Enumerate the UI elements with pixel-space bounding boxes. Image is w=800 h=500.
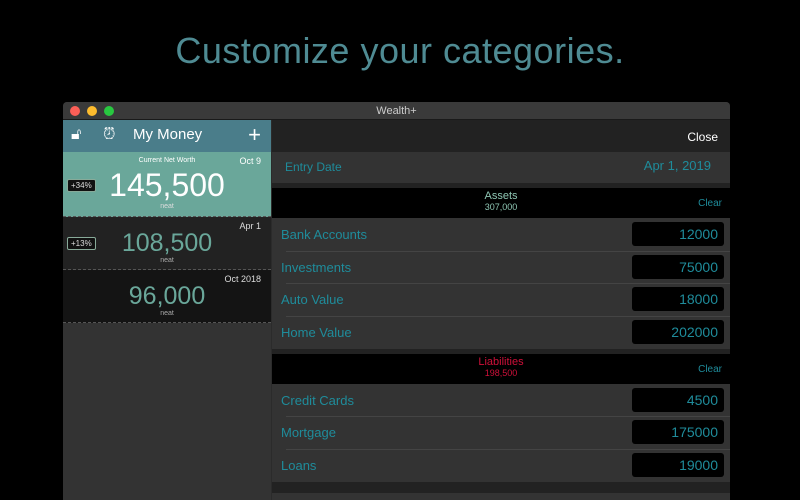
liabilities-header: Liabilities 198,500 Clear: [272, 353, 730, 384]
entry-date-label: Entry Date: [285, 160, 342, 174]
sidebar-title: My Money: [133, 126, 203, 143]
entry-value: 96,000: [128, 282, 206, 310]
entry-date: Oct 9: [239, 156, 261, 166]
assets-total: 307,000: [484, 202, 518, 212]
lock-icon[interactable]: 🔓︎: [71, 126, 81, 144]
liabilities-title: Liabilities: [478, 355, 524, 368]
headline: Customize your categories.: [175, 30, 625, 71]
liability-row: Mortgage 175000: [272, 416, 730, 450]
sidebar-header: 🔓︎ ⏰︎ My Money +: [63, 120, 271, 152]
liabilities-total: 198,500: [484, 367, 518, 378]
amount-input[interactable]: 12000: [632, 222, 724, 246]
list-item[interactable]: Current Net Worth Oct 9 +34% 145,500 nea…: [63, 152, 271, 217]
entry-sub: neat: [160, 310, 174, 317]
row-label: Home Value: [281, 325, 352, 341]
amount-input[interactable]: 18000: [632, 287, 724, 312]
amount-input[interactable]: 4500: [632, 387, 724, 412]
entry-sub: neat: [160, 257, 174, 264]
amount-input[interactable]: 202000: [632, 320, 724, 345]
assets-header: Assets 307,000 Clear: [272, 188, 730, 218]
list-item[interactable]: Apr 1 +13% 108,500 neat: [63, 217, 271, 270]
next-section: [272, 492, 730, 500]
row-label: Investments: [281, 259, 352, 275]
asset-row: Investments 75000: [272, 250, 730, 284]
liability-row: Loans 19000: [272, 449, 730, 482]
row-label: Auto Value: [281, 292, 344, 308]
asset-row: Bank Accounts 12000: [272, 218, 730, 251]
asset-row: Home Value 202000: [272, 316, 730, 349]
row-label: Bank Accounts: [281, 227, 367, 242]
sidebar: 🔓︎ ⏰︎ My Money + Current Net Worth Oct 9…: [63, 120, 271, 500]
entry-value: 145,500: [109, 167, 225, 203]
row-label: Loans: [281, 458, 317, 474]
entry-value: 108,500: [121, 229, 213, 257]
entry-date-value[interactable]: Apr 1, 2019: [644, 158, 711, 173]
app-window: Wealth+ 🔓︎ ⏰︎ My Money + Current Net Wor…: [63, 102, 730, 500]
entry-sub: neat: [160, 203, 174, 210]
add-icon[interactable]: +: [248, 122, 261, 148]
asset-row: Auto Value 18000: [272, 283, 730, 317]
list-item[interactable]: Oct 2018 96,000 neat: [63, 270, 271, 323]
row-label: Mortgage: [281, 425, 336, 441]
row-label: Credit Cards: [281, 392, 354, 408]
amount-input[interactable]: 175000: [632, 420, 724, 445]
alarm-clock-icon[interactable]: ⏰︎: [103, 126, 115, 144]
detail-panel: Close Entry Date Apr 1, 2019 Assets 307,…: [272, 120, 730, 500]
assets-clear-button[interactable]: Clear: [698, 198, 722, 209]
liabilities-clear-button[interactable]: Clear: [698, 364, 722, 375]
close-button[interactable]: Close: [687, 130, 718, 144]
amount-input[interactable]: 19000: [632, 453, 724, 478]
title-bar: Wealth+: [63, 102, 730, 120]
assets-title: Assets: [484, 190, 518, 202]
window-title: Wealth+: [376, 105, 417, 117]
entry-date-row[interactable]: Entry Date Apr 1, 2019: [272, 152, 730, 183]
liability-row: Credit Cards 4500: [272, 383, 730, 417]
amount-input[interactable]: 75000: [632, 254, 724, 279]
